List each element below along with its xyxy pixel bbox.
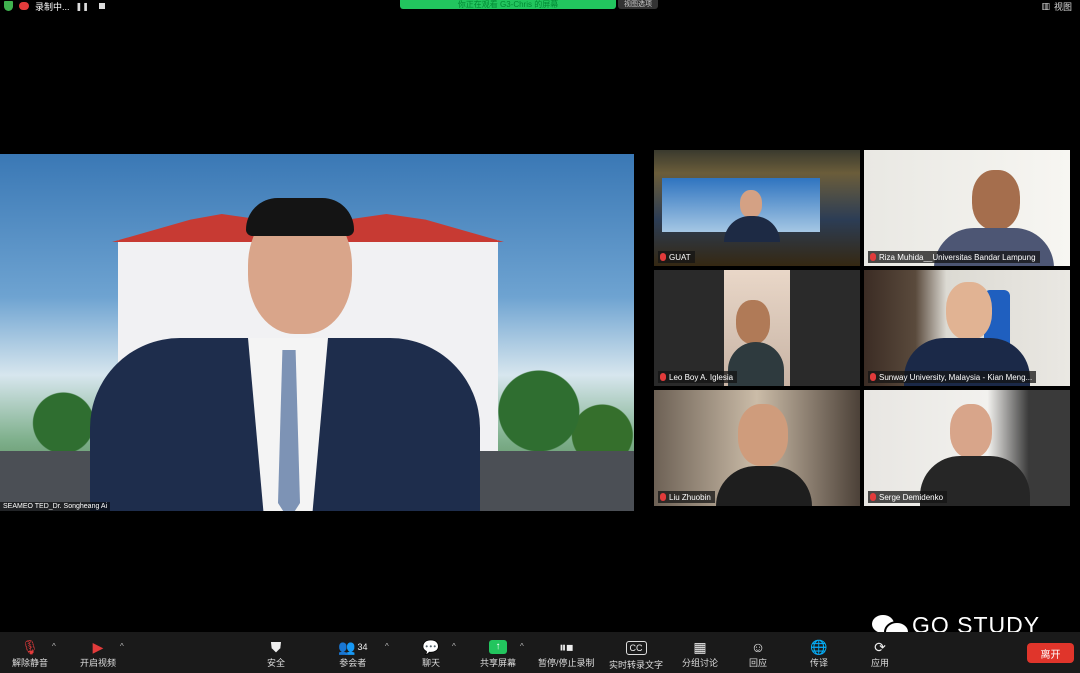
participant-tile[interactable]: Liu Zhuobin xyxy=(654,390,860,506)
participant-label: GUAT xyxy=(658,251,695,263)
share-screen-icon: ↑ xyxy=(489,638,507,656)
security-button[interactable]: ⛊ 安全 xyxy=(267,638,285,669)
participant-tile[interactable]: Riza Muhida__Universitas Bandar Lampung xyxy=(864,150,1070,266)
muted-mic-icon xyxy=(870,253,876,261)
speaker-name-tag: SEAMEO TED_Dr. Songheang Ai xyxy=(0,502,111,511)
participant-tile[interactable]: Sunway University, Malaysia - Kian Meng.… xyxy=(864,270,1070,386)
speaker xyxy=(80,198,480,511)
pause-icon[interactable]: ❚❚ xyxy=(76,2,89,11)
chat-button[interactable]: 💬 聊天 xyxy=(422,638,440,669)
video-off-icon: ▶ xyxy=(92,638,104,655)
muted-mic-icon xyxy=(660,493,666,501)
chevron-up-icon[interactable]: ^ xyxy=(385,642,389,651)
smiley-icon: ☺ xyxy=(750,639,766,655)
main-video: SEAMEO TED_Dr. Songheang Ai xyxy=(0,154,634,511)
apps-icon: ⟳ xyxy=(874,638,886,655)
muted-mic-icon xyxy=(870,493,876,501)
share-screen-button[interactable]: ↑ 共享屏幕 xyxy=(480,638,516,669)
mic-muted-icon: 🎙 xyxy=(21,638,39,655)
chat-icon: 💬 xyxy=(422,638,440,655)
view-label: 视图 xyxy=(1053,1,1072,12)
cc-icon: CC xyxy=(625,641,647,655)
unmute-button[interactable]: 🎙 解除静音 xyxy=(12,638,48,669)
breakout-rooms-button[interactable]: ▦ 分组讨论 xyxy=(682,638,718,669)
recording-status: 录制中... ❚❚ xyxy=(0,0,105,12)
shield-icon xyxy=(4,1,13,11)
stop-icon[interactable] xyxy=(98,3,105,9)
leave-button[interactable]: 离开 xyxy=(1027,643,1074,663)
recording-label: 录制中... xyxy=(35,1,70,12)
chevron-up-icon[interactable]: ^ xyxy=(52,642,56,651)
muted-mic-icon xyxy=(660,373,666,381)
participant-tile[interactable]: Serge Demidenko xyxy=(864,390,1070,506)
chevron-up-icon[interactable]: ^ xyxy=(452,642,456,651)
chevron-up-icon[interactable]: ^ xyxy=(120,642,124,651)
live-transcript-button[interactable]: CC 实时转录文字 xyxy=(609,638,663,671)
interpretation-button[interactable]: 🌐 传译 xyxy=(810,638,828,669)
view-button[interactable]: ▥ 视图 xyxy=(1041,0,1072,12)
globe-icon: 🌐 xyxy=(810,638,828,655)
view-options-button[interactable]: 视图选项 xyxy=(618,0,658,9)
pause-record-button[interactable]: ⏸⏹ 暂停/停止录制 xyxy=(538,638,595,669)
participant-label: Liu Zhuobin xyxy=(658,491,715,503)
pause-stop-icon: ⏸⏹ xyxy=(559,638,574,655)
participant-tile[interactable]: Leo Boy A. Iglesia xyxy=(654,270,860,386)
participant-tile[interactable]: GUAT xyxy=(654,150,860,266)
chevron-up-icon[interactable]: ^ xyxy=(520,642,524,651)
apps-button[interactable]: ⟳ 应用 xyxy=(871,638,889,669)
participants-button[interactable]: 👥 34 参会者 xyxy=(338,638,367,669)
participant-label: Serge Demidenko xyxy=(868,491,948,503)
reactions-button[interactable]: ☺ 回应 xyxy=(749,638,767,669)
participant-label: Riza Muhida__Universitas Bandar Lampung xyxy=(868,251,1040,263)
muted-mic-icon xyxy=(660,253,666,261)
people-icon: 👥 34 xyxy=(338,638,368,655)
grid-icon: ▥ xyxy=(1041,0,1050,11)
start-video-button[interactable]: ▶ 开启视频 xyxy=(80,638,116,669)
sharing-banner: 你正在观看 G3-Chris 的屏幕 xyxy=(400,0,616,9)
record-icon xyxy=(19,2,29,10)
participant-label: Sunway University, Malaysia - Kian Meng.… xyxy=(868,371,1037,383)
muted-mic-icon xyxy=(870,373,876,381)
participant-label: Leo Boy A. Iglesia xyxy=(658,371,738,383)
grid-icon: ▦ xyxy=(693,638,707,655)
shield-icon: ⛊ xyxy=(270,638,282,655)
